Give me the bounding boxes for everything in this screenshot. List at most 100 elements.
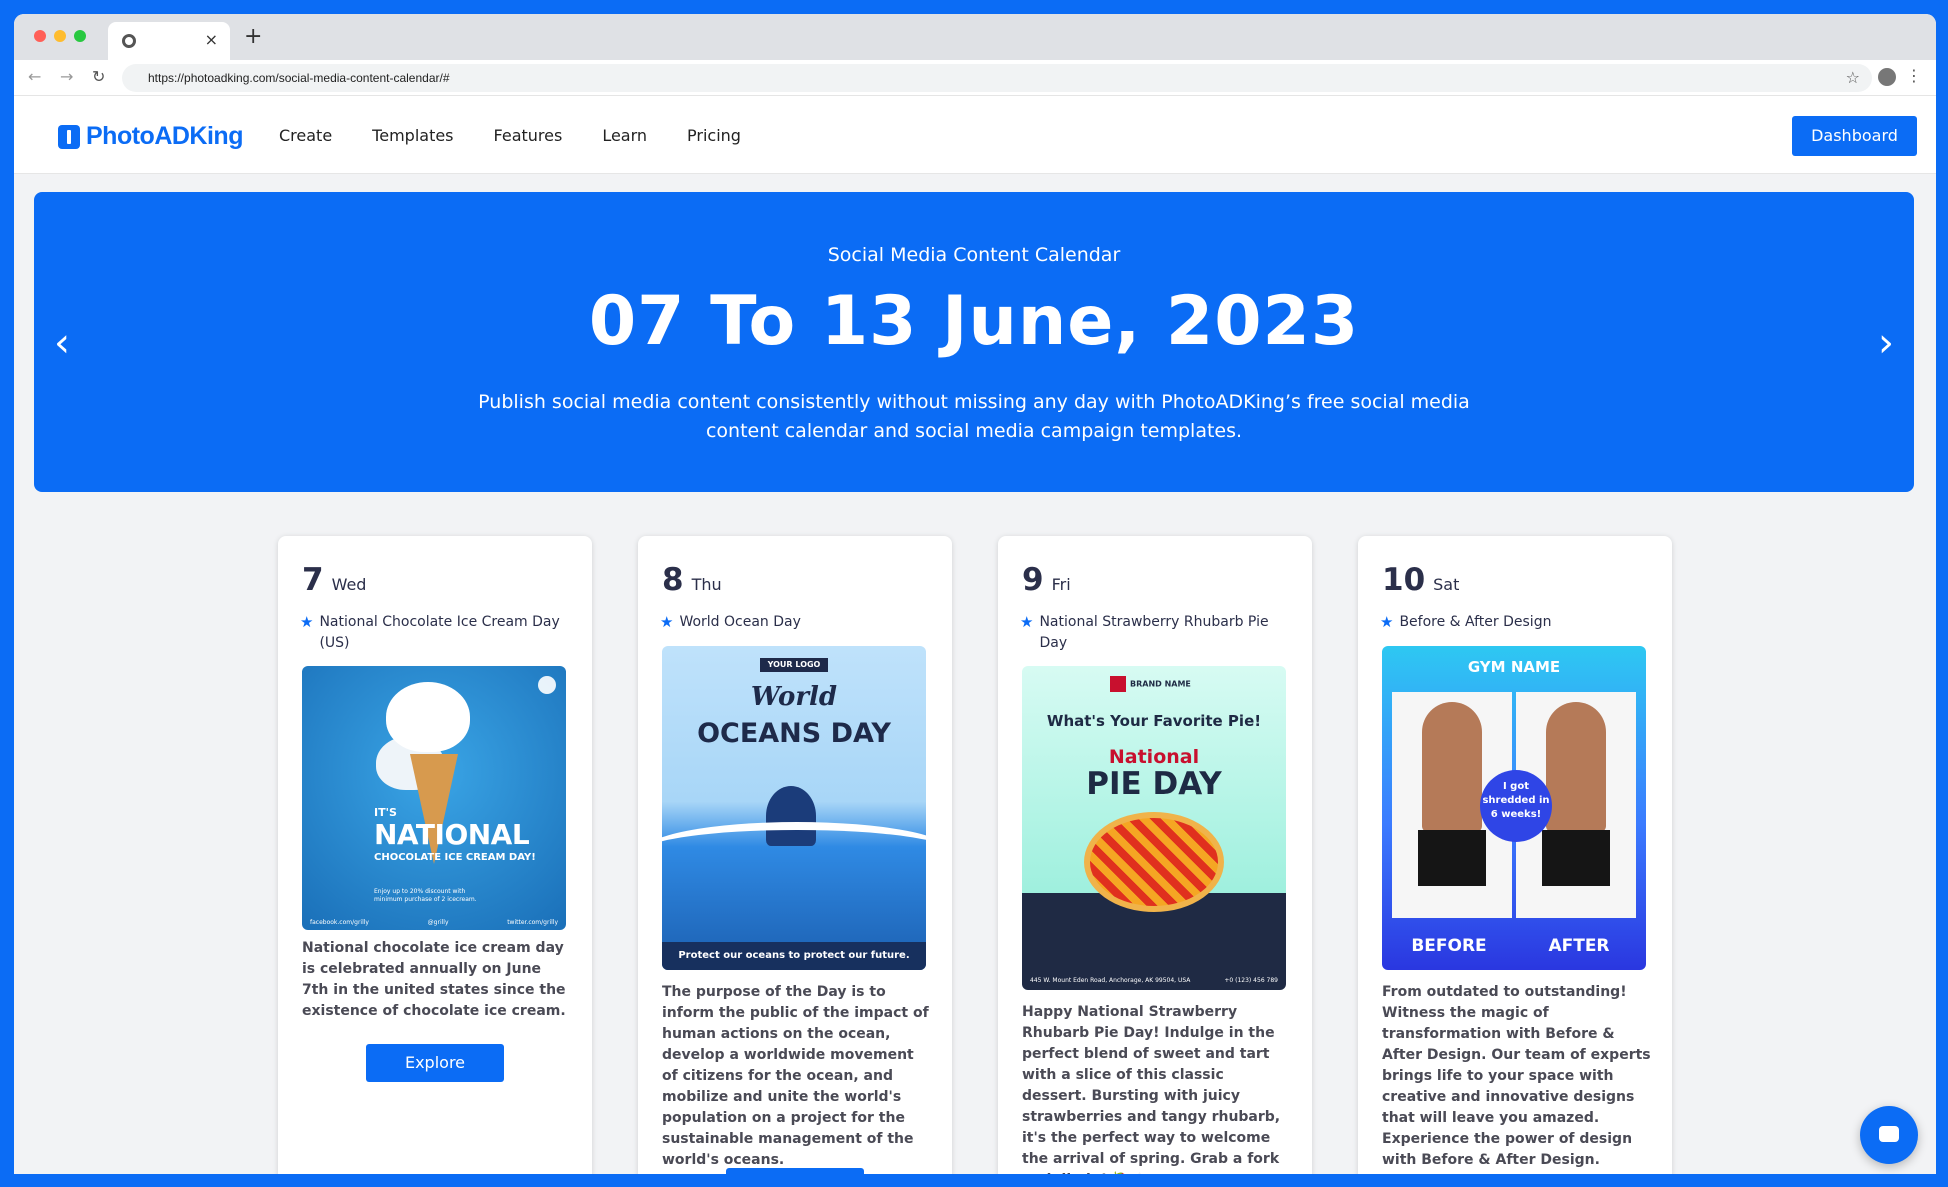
card-description: From outdated to outstanding! Witness th… <box>1382 984 1651 1168</box>
calendar-card: 10 Sat ★ Before & After Design GYM NAME <box>1358 536 1672 1174</box>
card-weekday: Thu <box>691 575 722 594</box>
card-event-title: World Ocean Day <box>679 614 801 630</box>
nav-templates[interactable]: Templates <box>372 126 453 145</box>
ocean-day-template-image[interactable]: YOUR LOGO World OCEANS DAY Protect our o… <box>662 646 926 970</box>
img-text: PIE DAY <box>1086 766 1222 802</box>
card-event: ★ Before & After Design <box>1380 612 1650 633</box>
card-weekday: Wed <box>331 575 367 594</box>
card-day-number: 7 <box>302 562 324 598</box>
bookmark-star-icon[interactable]: ☆ <box>1846 68 1860 87</box>
card-description: The purpose of the Day is to inform the … <box>662 984 929 1168</box>
img-text: twitter.com/grilly <box>507 919 558 926</box>
calendar-card: 7 Wed ★ National Chocolate Ice Cream Day… <box>278 536 592 1174</box>
nav-pricing[interactable]: Pricing <box>687 126 741 145</box>
brand-logo-icon <box>538 676 556 694</box>
card-day-number: 10 <box>1382 562 1426 598</box>
person-figure <box>1422 702 1482 832</box>
new-tab-button[interactable]: + <box>244 24 262 49</box>
minimize-window-button[interactable] <box>54 30 66 42</box>
img-badge: I got shredded in 6 weeks! <box>1480 770 1552 842</box>
hero-title: 07 To 13 June, 2023 <box>588 282 1360 361</box>
img-text: BEFORE <box>1411 936 1487 956</box>
pie-day-template-image[interactable]: BRAND NAME What's Your Favorite Pie! Nat… <box>1022 666 1286 990</box>
profile-avatar-icon[interactable] <box>1878 68 1896 86</box>
card-date: 10 Sat <box>1382 562 1459 598</box>
ice-cream-swirl <box>386 682 470 752</box>
address-bar[interactable]: https://photoadking.com/social-media-con… <box>122 64 1872 92</box>
img-text: BRAND NAME <box>1130 679 1191 689</box>
card-weekday: Sat <box>1433 575 1460 594</box>
window-controls <box>34 30 86 42</box>
img-footer: 445 W. Mount Eden Road, Anchorage, AK 99… <box>1030 977 1278 984</box>
dashboard-button[interactable]: Dashboard <box>1792 116 1917 156</box>
card-date: 7 Wed <box>302 562 366 598</box>
img-text: YOUR LOGO <box>760 658 828 672</box>
address-url[interactable]: https://photoadking.com/social-media-con… <box>148 71 450 85</box>
star-icon: ★ <box>1380 613 1394 631</box>
nav-features[interactable]: Features <box>494 126 563 145</box>
hero-banner: ‹ Social Media Content Calendar 07 To 13… <box>34 192 1914 492</box>
img-text: What's Your Favorite Pie! <box>1046 712 1262 730</box>
before-after-template-image[interactable]: GYM NAME I got shredded in 6 weeks! BEFO… <box>1382 646 1646 970</box>
card-event: ★ National Strawberry Rhubarb Pie Day <box>1020 612 1290 654</box>
pie-illustration <box>1084 812 1224 912</box>
explore-button[interactable] <box>726 1168 864 1174</box>
back-arrow-icon[interactable]: ← <box>28 67 41 86</box>
brand-logo-icon <box>1110 676 1126 692</box>
chevron-right-icon[interactable]: › <box>1878 320 1894 366</box>
browser-window: × + ← → ↻ https://photoadking.com/social… <box>14 14 1936 1174</box>
close-window-button[interactable] <box>34 30 46 42</box>
ice-cream-template-image[interactable]: IT'S NATIONAL CHOCOLATE ICE CREAM DAY! E… <box>302 666 566 930</box>
star-icon: ★ <box>300 613 314 631</box>
shorts <box>1542 830 1610 886</box>
explore-button[interactable]: Explore <box>366 1044 504 1082</box>
card-date: 8 Thu <box>662 562 722 598</box>
tab-close-icon[interactable]: × <box>205 30 218 49</box>
img-text: Protect our oceans to protect our future… <box>662 942 926 970</box>
img-brand: BRAND NAME <box>1110 676 1191 692</box>
img-footer: facebook.com/grilly @grilly twitter.com/… <box>310 919 558 926</box>
nav-create[interactable]: Create <box>279 126 332 145</box>
browser-menu-icon[interactable]: ⋮ <box>1906 66 1922 85</box>
calendar-cards: 7 Wed ★ National Chocolate Ice Cream Day… <box>278 536 1672 1174</box>
card-date: 9 Fri <box>1022 562 1071 598</box>
person-figure <box>1546 702 1606 832</box>
img-text: GYM NAME <box>1467 658 1561 676</box>
img-text: National <box>1108 746 1200 768</box>
forward-arrow-icon[interactable]: → <box>60 67 73 86</box>
img-text: +0 (123) 456 789 <box>1224 977 1278 984</box>
hero-kicker: Social Media Content Calendar <box>827 244 1121 266</box>
card-description: National chocolate ice cream day is cele… <box>302 940 566 1019</box>
img-text: NATIONAL <box>374 818 530 851</box>
hero-description: Publish social media content consistentl… <box>478 391 1470 442</box>
page-content: ‹ Social Media Content Calendar 07 To 13… <box>14 174 1936 1174</box>
tab-strip: × + <box>14 14 1936 60</box>
site-header: PhotoADKing Create Templates Features Le… <box>14 96 1936 174</box>
main-nav: Create Templates Features Learn Pricing <box>279 126 741 145</box>
star-icon: ★ <box>660 613 674 631</box>
img-text: Enjoy up to 20% discount with minimum pu… <box>374 888 477 903</box>
reload-icon[interactable]: ↻ <box>92 67 105 86</box>
nav-learn[interactable]: Learn <box>602 126 647 145</box>
card-event-title: National Strawberry Rhubarb Pie Day <box>1039 614 1269 651</box>
img-text: World <box>750 682 838 712</box>
img-text: facebook.com/grilly <box>310 919 369 926</box>
img-text: 445 W. Mount Eden Road, Anchorage, AK 99… <box>1030 977 1191 984</box>
calendar-card: 9 Fri ★ National Strawberry Rhubarb Pie … <box>998 536 1312 1174</box>
img-text: CHOCOLATE ICE CREAM DAY! <box>374 852 536 863</box>
photoadking-logo[interactable]: PhotoADKing <box>58 122 243 151</box>
chat-bubble-icon <box>1879 1126 1899 1142</box>
logo-mark-icon <box>58 124 80 149</box>
img-text: @grilly <box>427 919 449 926</box>
chrome-favicon-icon <box>122 34 136 48</box>
chat-support-button[interactable] <box>1860 1106 1918 1164</box>
card-event-title: National Chocolate Ice Cream Day (US) <box>319 614 560 651</box>
wave <box>662 822 926 882</box>
img-text: AFTER <box>1548 936 1610 956</box>
browser-toolbar: ← → ↻ https://photoadking.com/social-med… <box>14 60 1936 96</box>
maximize-window-button[interactable] <box>74 30 86 42</box>
card-event-title: Before & After Design <box>1399 614 1552 630</box>
card-event: ★ World Ocean Day <box>660 612 930 633</box>
browser-tab[interactable]: × <box>108 22 230 60</box>
card-weekday: Fri <box>1051 575 1071 594</box>
